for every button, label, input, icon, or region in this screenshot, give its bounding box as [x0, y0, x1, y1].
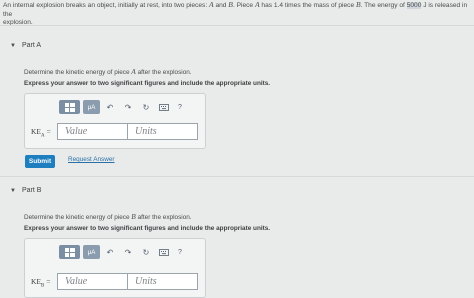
divider [0, 25, 474, 26]
templates-icon[interactable] [59, 245, 80, 259]
part-b-header[interactable]: ▼ Part B [10, 187, 41, 194]
help-icon[interactable]: ? [174, 100, 186, 114]
part-a-question: Determine the kinetic energy of piece A … [24, 67, 192, 76]
label-text: KE [31, 127, 41, 136]
units-label: μA [87, 103, 96, 111]
problem-text: . Piece [232, 2, 255, 9]
reset-icon[interactable]: ↻ [140, 100, 152, 114]
part-b-question: Determine the kinetic energy of piece B … [24, 212, 192, 221]
redo-icon[interactable]: ↷ [122, 245, 134, 259]
keyboard-icon[interactable] [158, 245, 170, 259]
label-text: KE [31, 277, 41, 286]
reset-icon[interactable]: ↻ [140, 245, 152, 259]
request-answer-link[interactable]: Request Answer [68, 156, 115, 163]
part-a-title: Part A [22, 42, 42, 49]
energy-value: 5000 [406, 2, 422, 9]
question-text: Determine the kinetic energy of piece [24, 69, 132, 76]
keyboard-icon[interactable] [158, 100, 170, 114]
problem-text: . The energy of [360, 2, 407, 9]
units-icon[interactable]: μA [83, 245, 100, 259]
part-b-title: Part B [22, 187, 42, 194]
answer-panel-b: μA ↶ ↷ ↻ ? KEB = Value Units [24, 238, 206, 298]
part-a-instruction: Express your answer to two significant f… [24, 80, 271, 87]
part-b-instruction: Express your answer to two significant f… [24, 225, 271, 232]
problem-text: and [213, 2, 229, 9]
value-input[interactable]: Value [57, 273, 128, 290]
help-icon[interactable]: ? [174, 245, 186, 259]
units-label: μA [87, 248, 96, 256]
collapse-caret-icon[interactable]: ▼ [10, 188, 22, 194]
answer-panel-a: μA ↶ ↷ ↻ ? KEA = Value Units [24, 93, 206, 149]
ke-b-label: KEB = [31, 277, 50, 289]
label-eq: = [44, 127, 51, 136]
problem-text: An internal explosion breaks an object, … [3, 2, 209, 9]
question-text: after the explosion. [135, 214, 192, 221]
problem-text: has 1.4 times the mass of piece [259, 2, 356, 9]
question-text: after the explosion. [135, 69, 192, 76]
problem-statement: An internal explosion breaks an object, … [0, 0, 474, 26]
undo-icon[interactable]: ↶ [104, 100, 116, 114]
submit-button[interactable]: Submit [25, 155, 55, 168]
value-input[interactable]: Value [57, 123, 128, 140]
undo-icon[interactable]: ↶ [104, 245, 116, 259]
units-icon[interactable]: μA [83, 100, 100, 114]
units-input[interactable]: Units [127, 123, 198, 140]
label-eq: = [44, 277, 51, 286]
templates-icon[interactable] [59, 100, 80, 114]
part-a-header[interactable]: ▼ Part A [10, 42, 41, 49]
ke-a-label: KEA = [31, 127, 51, 139]
units-input[interactable]: Units [127, 273, 198, 290]
question-text: Determine the kinetic energy of piece [24, 214, 132, 221]
redo-icon[interactable]: ↷ [122, 100, 134, 114]
collapse-caret-icon[interactable]: ▼ [10, 43, 22, 49]
divider [0, 176, 474, 177]
